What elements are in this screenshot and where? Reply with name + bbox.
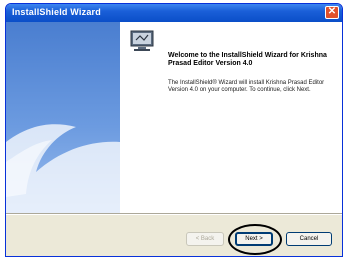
wizard-description: The InstallShield® Wizard will install K… xyxy=(168,80,325,93)
close-icon: ✕ xyxy=(327,6,337,17)
highlight-circle xyxy=(228,224,282,255)
wizard-side-panel xyxy=(6,22,120,213)
computer-icon xyxy=(130,30,154,51)
title-bar[interactable]: InstallShield Wizard ✕ xyxy=(6,4,342,22)
close-button[interactable]: ✕ xyxy=(325,6,339,19)
wizard-content: Welcome to the InstallShield Wizard for … xyxy=(120,22,342,213)
footer-divider xyxy=(6,213,342,215)
window-title: InstallShield Wizard xyxy=(12,7,101,17)
back-button[interactable]: < Back xyxy=(186,232,224,246)
welcome-heading: Welcome to the InstallShield Wizard for … xyxy=(168,52,327,67)
cancel-button[interactable]: Cancel xyxy=(286,232,332,246)
wave-graphic xyxy=(6,124,120,213)
button-bar: < Back Next > Cancel xyxy=(6,216,342,256)
installer-window: InstallShield Wizard ✕ Welcome to the In… xyxy=(5,3,343,257)
